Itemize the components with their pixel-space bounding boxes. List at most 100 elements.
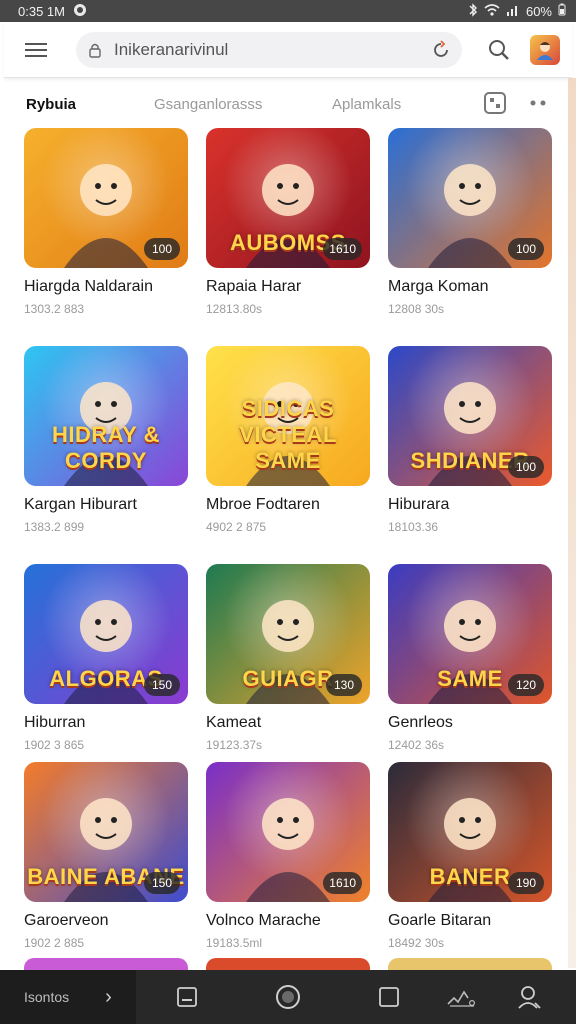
game-logo-text: HIDRAY & CORDY	[52, 422, 160, 473]
game-stats: 1902 2 885	[24, 936, 85, 950]
recent-apps-button[interactable]	[170, 980, 204, 1014]
tab-aplamkals[interactable]: Aplamkals	[332, 96, 401, 113]
game-thumbnail[interactable]: ALGORAS 150	[24, 564, 188, 704]
hamburger-icon	[25, 42, 47, 57]
game-logo-text: SIDICAS VICTEAL SAME	[239, 396, 337, 473]
rating-badge: 100	[144, 238, 180, 260]
home-button[interactable]	[271, 980, 305, 1014]
game-card[interactable]: SIDICAS VICTEAL SAME Mbroe Fodtaren 4902 2…	[206, 346, 372, 534]
activity-button[interactable]	[444, 980, 478, 1014]
game-card[interactable]: BAINE ABANE 150 Garoerveon 1902 2 885	[24, 762, 190, 950]
game-card[interactable]: SAME 120 Genrleos 12402 36s	[388, 564, 554, 752]
rating-badge: 1610	[323, 238, 362, 260]
next-row-peek	[0, 958, 576, 972]
square-outline-icon	[379, 987, 399, 1007]
game-title[interactable]: Kameat	[206, 714, 372, 732]
reload-icon	[434, 39, 448, 57]
search-button[interactable]	[484, 35, 514, 65]
game-title[interactable]: Rapaia Harar	[206, 278, 372, 296]
home-circle-icon	[276, 985, 300, 1009]
rating-badge: 1610	[323, 872, 362, 894]
game-card[interactable]: 1610 Volnco Marache 19183.5ml	[206, 762, 372, 950]
bluetooth-icon	[468, 2, 478, 20]
game-card[interactable]: BANER 190 Goarle Bitaran 18492 30s	[388, 762, 554, 950]
grid-view-icon[interactable]	[484, 92, 506, 114]
game-title[interactable]: Volnco Marache	[206, 912, 372, 930]
notification-icon	[73, 3, 87, 20]
game-thumbnail[interactable]: SIDICAS VICTEAL SAME	[206, 346, 370, 486]
game-thumbnail[interactable]: BANER 190	[388, 762, 552, 902]
wifi-icon	[484, 3, 500, 19]
game-title[interactable]: Kargan Hiburart	[24, 496, 190, 514]
rating-badge: 190	[508, 872, 544, 894]
game-card[interactable]: GUIAGR 130 Kameat 19123.37s	[206, 564, 372, 752]
game-thumbnail[interactable]: BAINE ABANE 150	[24, 762, 188, 902]
category-tabs: Rybuia Gsanganlorasss Aplamkals	[4, 86, 572, 122]
game-card[interactable]: HIDRAY & CORDY Kargan Hiburart 1383.2 899	[24, 346, 190, 534]
account-button[interactable]	[512, 980, 546, 1014]
game-thumbnail[interactable]: HIDRAY & CORDY	[24, 346, 188, 486]
game-stats: 1383.2 899	[24, 520, 85, 534]
game-title[interactable]: Goarle Bitaran	[388, 912, 554, 930]
screen: 0:35 1M 60% Inikeranarivinul Rybuia Gsan…	[0, 0, 576, 1024]
menu-button[interactable]	[22, 36, 50, 64]
game-card[interactable]: ALGORAS 150 Hiburran 1902 3 865	[24, 564, 190, 752]
game-title[interactable]: Hiburran	[24, 714, 190, 732]
game-thumbnail[interactable]: GUIAGR 130	[206, 564, 370, 704]
avatar-icon	[537, 41, 553, 60]
rating-badge: 150	[144, 872, 180, 894]
side-panel-edge	[568, 78, 576, 968]
nav-label: Isontos	[24, 989, 70, 1005]
game-title[interactable]: Mbroe Fodtaren	[206, 496, 372, 514]
lock-icon	[88, 42, 104, 58]
game-stats: 18103.36	[388, 520, 439, 534]
reload-button[interactable]	[430, 39, 452, 61]
rating-badge: 150	[144, 674, 180, 696]
game-title[interactable]: Genrleos	[388, 714, 554, 732]
tab-gsanganlorasss[interactable]: Gsanganlorasss	[154, 96, 262, 113]
game-title[interactable]: Garoerveon	[24, 912, 190, 930]
rating-badge: 120	[508, 674, 544, 696]
game-title[interactable]: Marga Koman	[388, 278, 554, 296]
person-icon	[518, 986, 541, 1009]
game-stats: 1902 3 865	[24, 738, 85, 752]
game-thumbnail[interactable]: 1610	[206, 762, 370, 902]
rating-badge: 100	[508, 456, 544, 478]
search-icon	[489, 39, 509, 60]
game-thumbnail[interactable]: SHDIANER 100	[388, 346, 552, 486]
game-thumbnail[interactable]: AUBOMSS 1610	[206, 128, 370, 268]
square-icon	[177, 987, 197, 1007]
game-title[interactable]: Hiburara	[388, 496, 554, 514]
status-time: 0:35 1M	[18, 3, 65, 19]
game-stats: 12402 36s	[388, 738, 445, 752]
game-stats: 4902 2 875	[206, 520, 267, 534]
system-nav-bar: Isontos ›	[0, 970, 576, 1024]
url-text: Inikeranarivinul	[114, 39, 229, 59]
game-thumbnail[interactable]: SAME 120	[388, 564, 552, 704]
browser-toolbar: Inikeranarivinul	[4, 22, 572, 78]
game-stats: 12808 30s	[388, 302, 445, 316]
overview-button[interactable]	[372, 980, 406, 1014]
rating-badge: 130	[326, 674, 362, 696]
nav-label-area[interactable]: Isontos ›	[0, 970, 136, 1024]
battery-icon	[558, 3, 566, 19]
avatar[interactable]	[530, 34, 560, 65]
signal-icon	[506, 4, 520, 19]
game-card[interactable]: 100 Marga Koman 12808 30s	[388, 128, 554, 316]
game-card[interactable]: AUBOMSS 1610 Rapaia Harar 12813.80s	[206, 128, 372, 316]
activity-icon	[447, 990, 476, 1007]
battery-level: 60%	[525, 3, 552, 19]
game-thumbnail[interactable]: 100	[24, 128, 188, 268]
status-bar: 0:35 1M 60%	[0, 0, 576, 22]
game-stats: 19123.37s	[206, 738, 263, 752]
more-options-icon[interactable]	[526, 92, 550, 114]
game-thumbnail[interactable]: 100	[388, 128, 552, 268]
address-bar[interactable]: Inikeranarivinul	[76, 31, 462, 68]
game-stats: 1303.2 883	[24, 302, 85, 316]
game-card[interactable]: 100 Hiargda Naldarain 1303.2 883	[24, 128, 190, 316]
game-stats: 18492 30s	[388, 936, 445, 950]
game-title[interactable]: Hiargda Naldarain	[24, 278, 190, 296]
game-stats: 12813.80s	[206, 302, 263, 316]
game-card[interactable]: SHDIANER 100 Hiburara 18103.36	[388, 346, 554, 534]
tab-rybuia[interactable]: Rybuia	[26, 96, 76, 113]
